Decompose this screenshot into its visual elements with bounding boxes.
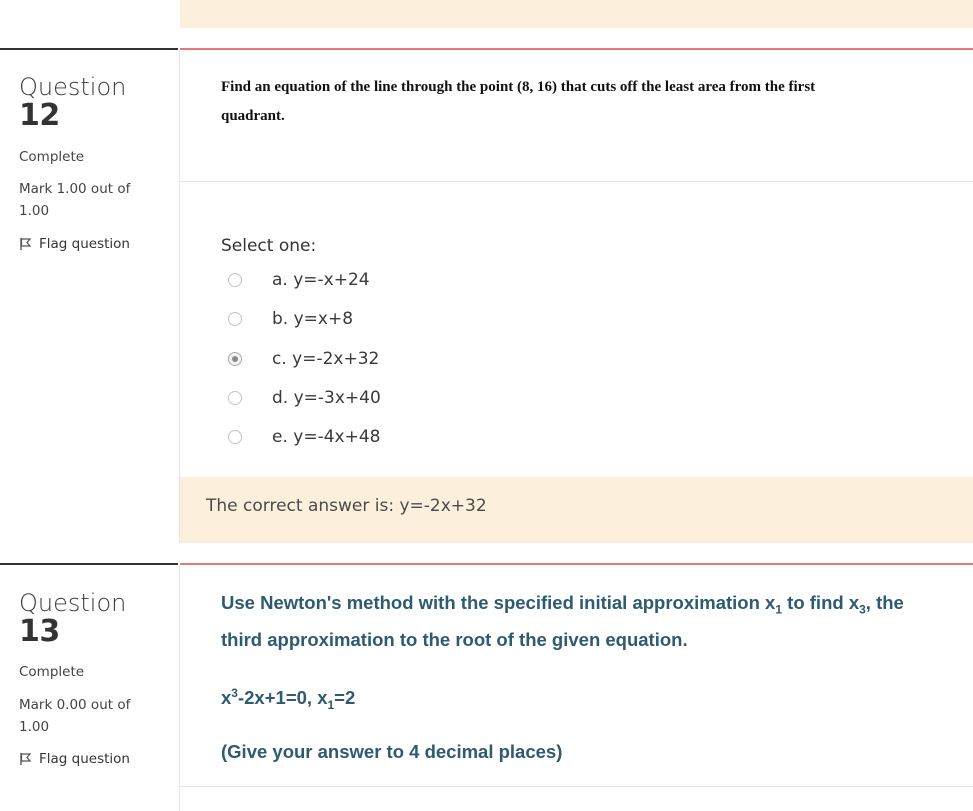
q12-flag-label: Flag question [39, 236, 130, 252]
q13-flag-button[interactable]: Flag question [19, 751, 130, 767]
q13-eq-a: x [221, 687, 232, 709]
q13-info-rule [0, 563, 178, 565]
q13-decimal-note: (Give your answer to 4 decimal places) [221, 741, 563, 762]
q13-eq-b: -2x+1=0, x [237, 687, 328, 709]
radio-button[interactable] [228, 273, 242, 287]
flag-icon [20, 753, 32, 765]
radio-button[interactable] [228, 391, 242, 405]
q13-question-text: Use Newton's method with the specified i… [221, 588, 961, 655]
q12-option-label: c. y=-2x+32 [272, 349, 380, 369]
q12-state: Complete [19, 149, 85, 165]
q13-equation: x3-2x+1=0, x1=2 [221, 678, 961, 720]
q13-line1-c: , the [865, 592, 904, 613]
q12-option-e[interactable]: e. y=-4x+48 [228, 427, 380, 447]
q13-separator [180, 786, 973, 787]
q12-option-label: b. y=x+8 [272, 309, 354, 329]
radio-button-selected[interactable] [228, 352, 242, 366]
q12-option-a[interactable]: a. y=-x+24 [228, 270, 370, 290]
q12-option-label: a. y=-x+24 [272, 270, 370, 290]
q12-text-line1: Find an equation of the line through the… [221, 79, 816, 95]
q13-content-rule [180, 563, 973, 565]
q12-content-rule [180, 48, 973, 50]
q12-question-number: 12 [19, 98, 60, 133]
q13-eq-c: =2 [334, 687, 356, 709]
radio-button[interactable] [228, 430, 242, 444]
q12-info-rule [0, 48, 178, 50]
q13-line1-b: to find x [782, 592, 860, 613]
q13-line1-a: Use Newton's method with the specified i… [221, 592, 776, 613]
q13-text-line1: Use Newton's method with the specified i… [221, 588, 961, 625]
q13-question-label: Question [19, 589, 127, 617]
q13-line1-sub2: 3 [859, 602, 866, 617]
q12-separator [180, 181, 973, 182]
q13-eq-sup: 3 [231, 686, 238, 700]
q12-option-label: d. y=-3x+40 [272, 388, 381, 408]
q12-flag-button[interactable]: Flag question [19, 236, 130, 252]
q13-grade: Mark 0.00 out of 1.00 [19, 697, 131, 735]
radio-button[interactable] [228, 312, 242, 326]
q13-question-number: 13 [19, 614, 60, 649]
q12-option-label: e. y=-4x+48 [272, 427, 381, 447]
flag-icon [20, 238, 32, 250]
q13-state: Complete [19, 664, 85, 680]
previous-feedback-strip [180, 0, 973, 28]
q13-divider [179, 565, 180, 811]
q12-divider [179, 50, 180, 543]
q12-option-b[interactable]: b. y=x+8 [228, 309, 353, 329]
q12-correct-answer: The correct answer is: y=-2x+32 [206, 496, 487, 516]
q12-option-c[interactable]: c. y=-2x+32 [228, 349, 379, 369]
q12-grade: Mark 1.00 out of 1.00 [19, 181, 131, 219]
q12-option-d[interactable]: d. y=-3x+40 [228, 388, 381, 408]
q12-question-label: Question [19, 73, 127, 101]
q12-select-prompt: Select one: [221, 236, 317, 256]
q12-text-line2: quadrant. [221, 108, 285, 124]
q13-text-line2: third approximation to the root of the g… [221, 628, 688, 650]
q13-flag-label: Flag question [39, 751, 130, 767]
q12-question-text: Find an equation of the line through the… [221, 73, 921, 131]
